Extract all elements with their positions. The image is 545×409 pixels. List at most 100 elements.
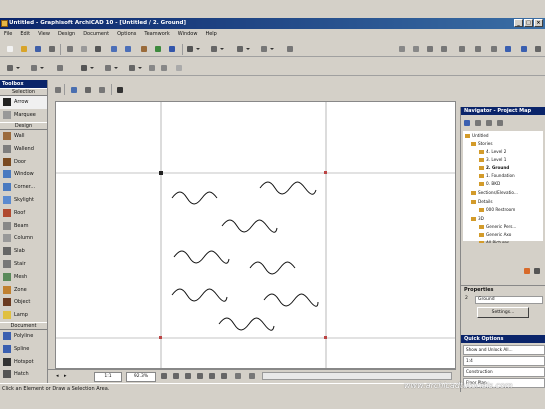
detail-icon[interactable] xyxy=(474,45,482,53)
organizer-icon[interactable] xyxy=(523,267,531,275)
cut-icon[interactable] xyxy=(66,45,74,53)
tool-arrow[interactable]: Arrow xyxy=(0,96,47,109)
align-icon[interactable] xyxy=(30,64,44,72)
new-file-icon[interactable] xyxy=(6,45,14,53)
layer-combination-icon[interactable] xyxy=(412,45,420,53)
story-name-field[interactable]: Ground xyxy=(475,296,543,304)
orientation-icon[interactable] xyxy=(208,372,216,380)
suspend-groups-icon[interactable] xyxy=(260,45,274,53)
vertical-scroll-strip[interactable] xyxy=(48,101,55,369)
tree-item[interactable]: 4. Level 2 xyxy=(479,149,506,154)
worksheet-icon[interactable] xyxy=(490,45,498,53)
pen-set-icon[interactable] xyxy=(234,372,242,380)
close-button[interactable]: × xyxy=(534,19,543,27)
tool-hotspot[interactable]: Hotspot xyxy=(0,355,47,368)
render-icon[interactable] xyxy=(520,45,528,53)
tree-item[interactable]: Sections/Elevatio... xyxy=(471,190,518,195)
menu-view[interactable]: View xyxy=(34,31,54,37)
tree-item[interactable]: 000 Restroom xyxy=(479,207,515,212)
pencil-icon[interactable] xyxy=(140,45,148,53)
structure-display-select[interactable]: Construction xyxy=(463,367,545,377)
distribute-icon[interactable] xyxy=(80,64,94,72)
tree-item[interactable]: 3. Level 1 xyxy=(479,157,506,162)
open-file-icon[interactable] xyxy=(20,45,28,53)
copy-icon[interactable] xyxy=(80,45,88,53)
arrange-icon[interactable] xyxy=(6,64,20,72)
toolbar-overflow-icon[interactable] xyxy=(534,45,542,53)
layout-book-icon[interactable] xyxy=(485,119,493,127)
menu-design[interactable]: Design xyxy=(54,31,79,37)
tool-marquee[interactable]: Marquee xyxy=(0,109,47,122)
pointer-icon[interactable] xyxy=(116,86,124,94)
maximize-button[interactable]: □ xyxy=(524,19,533,27)
menu-file[interactable]: File xyxy=(0,31,16,37)
menu-help[interactable]: Help xyxy=(201,31,220,37)
tool-window[interactable]: Window xyxy=(0,168,47,181)
zoom-out-icon[interactable] xyxy=(184,372,192,380)
settings-button[interactable]: Settings... xyxy=(477,307,529,318)
tree-item[interactable]: Untitled xyxy=(465,133,489,138)
tool-lamp[interactable]: Lamp xyxy=(0,309,47,322)
paste-icon[interactable] xyxy=(94,45,102,53)
undo-icon[interactable] xyxy=(110,45,118,53)
tree-item[interactable]: Stories xyxy=(471,141,493,146)
model-view-icon[interactable] xyxy=(248,372,256,380)
section-window-icon[interactable] xyxy=(440,45,448,53)
tool-corner-window[interactable]: Corner... xyxy=(0,181,47,194)
elevation-icon[interactable] xyxy=(458,45,466,53)
tool-roof[interactable]: Roof xyxy=(0,206,47,219)
minimize-button[interactable]: _ xyxy=(514,19,523,27)
grid-snap-icon[interactable] xyxy=(210,45,224,53)
zoom-field[interactable]: 92.3% xyxy=(126,372,156,382)
3d-navigation-icon[interactable] xyxy=(504,45,512,53)
tree-item[interactable]: 0. BKD xyxy=(479,181,500,186)
tool-slab[interactable]: Slab xyxy=(0,245,47,258)
tree-item[interactable]: Generic Axo xyxy=(479,232,511,237)
tool-mesh[interactable]: Mesh xyxy=(0,270,47,283)
tool-column[interactable]: Column xyxy=(0,232,47,245)
tree-item[interactable]: 3D xyxy=(471,216,484,221)
pan-icon[interactable] xyxy=(196,372,204,380)
resize-icon[interactable] xyxy=(175,64,183,72)
menu-window[interactable]: Window xyxy=(174,31,202,37)
fit-in-window-icon[interactable] xyxy=(160,372,168,380)
view-map-icon[interactable] xyxy=(474,119,482,127)
tree-item[interactable]: 1. Foundation xyxy=(479,173,515,178)
menu-document[interactable]: Document xyxy=(79,31,113,37)
tree-item[interactable]: Generic Pers... xyxy=(479,224,516,229)
layer-settings-icon[interactable] xyxy=(398,45,406,53)
polyline-method-icon[interactable] xyxy=(70,86,78,94)
rectangle-method-icon[interactable] xyxy=(84,86,92,94)
menu-teamwork[interactable]: Teamwork xyxy=(140,31,173,37)
redo-icon[interactable] xyxy=(124,45,132,53)
layer-combination-select[interactable]: Show and Unlock All... xyxy=(463,345,545,355)
zoom-in-icon[interactable] xyxy=(172,372,180,380)
horizontal-scrollbar[interactable] xyxy=(262,372,452,380)
tool-wallend[interactable]: Wallend xyxy=(0,142,47,155)
drag-icon[interactable] xyxy=(104,64,118,72)
undo-zoom-icon[interactable]: ◂ xyxy=(56,373,59,379)
trim-icon[interactable] xyxy=(286,45,294,53)
navigator-settings-icon[interactable] xyxy=(533,267,541,275)
mirror-icon[interactable] xyxy=(148,64,156,72)
menu-options[interactable]: Options xyxy=(113,31,140,37)
tree-item-selected[interactable]: 2. Ground xyxy=(479,165,509,170)
tool-spline[interactable]: Spline xyxy=(0,342,47,355)
tool-door[interactable]: Door xyxy=(0,155,47,168)
snap-guide-icon[interactable] xyxy=(236,45,250,53)
elevate-icon[interactable] xyxy=(160,64,168,72)
tool-beam[interactable]: Beam xyxy=(0,219,47,232)
tool-object[interactable]: Object xyxy=(0,296,47,309)
inject-parameters-icon[interactable] xyxy=(168,45,176,53)
group-icon[interactable] xyxy=(56,64,64,72)
scale-select[interactable]: 1:4 xyxy=(463,356,545,366)
tool-stair[interactable]: Stair xyxy=(0,258,47,271)
scale-field[interactable]: 1:1 xyxy=(94,372,122,382)
tool-zone[interactable]: Zone xyxy=(0,283,47,296)
menu-edit[interactable]: Edit xyxy=(16,31,34,37)
zoom-window-icon[interactable] xyxy=(220,372,228,380)
publisher-icon[interactable] xyxy=(496,119,504,127)
magic-wand-icon[interactable] xyxy=(186,45,200,53)
tool-hatch[interactable]: Hatch xyxy=(0,368,47,381)
redo-zoom-icon[interactable]: ▸ xyxy=(64,373,67,379)
